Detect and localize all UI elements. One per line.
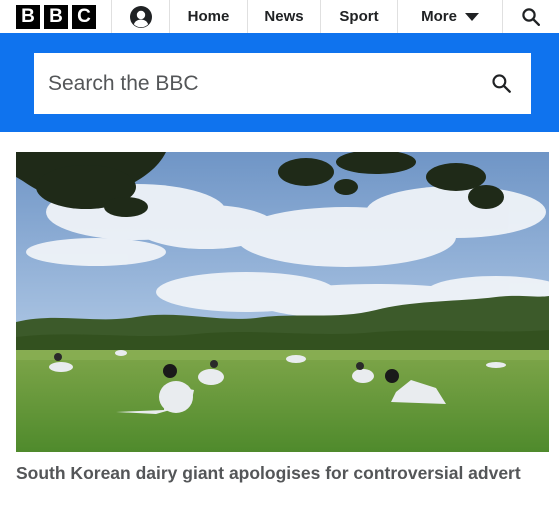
search-icon [491, 74, 511, 93]
logo-letter: B [44, 4, 68, 29]
nav-sport[interactable]: Sport [321, 0, 398, 33]
nav-more-label: More [421, 8, 457, 25]
top-navigation: B B C Home News Sport More [0, 0, 559, 33]
chevron-down-icon [464, 12, 479, 21]
search-submit-button[interactable] [471, 53, 531, 114]
bbc-logo[interactable]: B B C [0, 0, 112, 33]
search-band [0, 33, 559, 132]
story-image[interactable] [16, 152, 549, 452]
search-icon [522, 7, 540, 26]
search-form [34, 53, 531, 114]
story-headline[interactable]: South Korean dairy giant apologises for … [16, 462, 536, 485]
nav-more[interactable]: More [398, 0, 503, 33]
search-input[interactable] [48, 71, 471, 96]
nav-news[interactable]: News [248, 0, 321, 33]
nav-home[interactable]: Home [170, 0, 248, 33]
account-button[interactable] [112, 0, 170, 33]
nav-search-button[interactable] [503, 0, 559, 33]
logo-letter: B [16, 4, 40, 29]
logo-letter: C [72, 4, 96, 29]
user-account-icon [129, 5, 152, 28]
story-card[interactable]: South Korean dairy giant apologises for … [16, 152, 549, 485]
